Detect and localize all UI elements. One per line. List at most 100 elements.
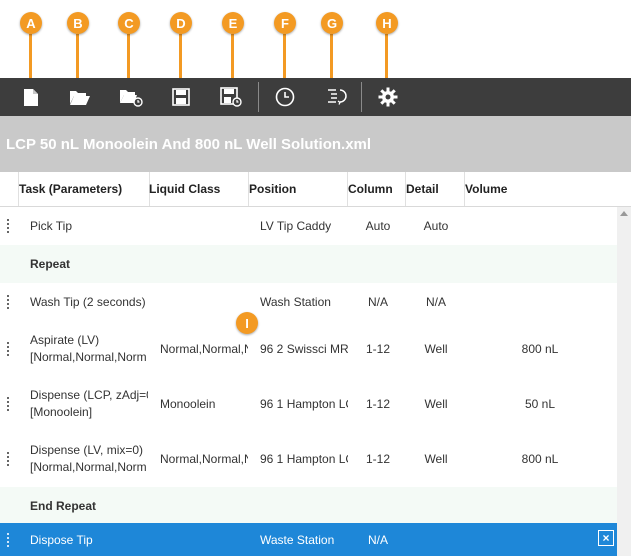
save-icon	[172, 88, 190, 106]
task-row[interactable]: Dispense (LV, mix=0) [Normal,Normal,Norm…	[0, 431, 617, 487]
callout-badge: I	[236, 312, 258, 334]
header-volume[interactable]: Volume	[465, 172, 617, 206]
task-list: Pick Tip LV Tip Caddy Auto Auto Repeat Wash T…	[0, 207, 631, 556]
cell-detail: N/A	[425, 295, 446, 309]
cell-position: Wash Station	[260, 295, 331, 309]
save-button[interactable]	[169, 85, 193, 109]
task-row[interactable]: Aspirate (LV) [Normal,Normal,Norm Normal,…	[0, 321, 617, 377]
header-column[interactable]: Column	[348, 172, 406, 206]
cell-detail	[408, 523, 464, 556]
cell-volume: 50 nL	[524, 397, 556, 411]
cell-position: LV Tip Caddy	[260, 219, 332, 233]
drag-handle-icon[interactable]	[7, 342, 12, 356]
document-title-bar: LCP 50 nL Monoolein And 800 nL Well Solu…	[0, 116, 631, 172]
cell-volume	[466, 283, 614, 321]
vertical-scrollbar[interactable]	[617, 207, 631, 556]
header-task[interactable]: Task (Parameters)	[18, 172, 150, 206]
cell-position: 96 1 Hampton LC	[260, 397, 348, 411]
save-as-icon	[220, 87, 242, 107]
cell-column: 1-12	[365, 342, 391, 356]
drag-handle-icon[interactable]	[7, 533, 12, 547]
drag-handle-icon[interactable]	[7, 219, 12, 233]
cell-detail: Well	[424, 397, 448, 411]
cell-volume	[466, 523, 614, 556]
header-liquid-class[interactable]: Liquid Class	[149, 172, 249, 206]
cell-task: Repeat	[30, 257, 71, 271]
open-button[interactable]	[68, 85, 92, 109]
task-row[interactable]: Dispose Tip Waste Station N/A	[0, 523, 617, 556]
drag-handle-icon[interactable]	[7, 295, 12, 309]
header-grip-column	[0, 172, 19, 206]
cell-column: N/A	[367, 532, 388, 547]
cell-position	[260, 487, 348, 525]
drag-handle-icon[interactable]	[7, 452, 12, 466]
callout-badge: B	[67, 12, 89, 34]
cell-liquid	[160, 245, 248, 283]
cell-volume: 800 nL	[521, 342, 559, 356]
task-row[interactable]: Dispense (LCP, zAdj=0 [Monoolein] Monoole…	[0, 377, 617, 431]
settings-button[interactable]	[376, 85, 400, 109]
callout-line	[385, 34, 388, 80]
callout-badge: C	[118, 12, 140, 34]
cell-detail	[408, 245, 464, 283]
cell-position	[260, 245, 348, 283]
cell-liquid: Monoolein	[160, 397, 216, 411]
cell-volume	[466, 487, 614, 525]
cell-column	[350, 245, 406, 283]
cell-task: Dispense (LV, mix=0) [Normal,Normal,Norm	[30, 443, 147, 474]
cell-liquid	[160, 283, 248, 321]
callout-line	[29, 34, 32, 80]
callout-annotations: A B C D E F G H	[0, 0, 631, 80]
cell-task: End Repeat	[30, 499, 97, 513]
header-position[interactable]: Position	[249, 172, 348, 206]
cell-liquid	[160, 207, 248, 245]
cell-column: 1-12	[365, 452, 391, 466]
callout-line	[76, 34, 79, 80]
callout-badge: G	[321, 12, 343, 34]
cell-column: N/A	[367, 295, 388, 309]
callout-line	[283, 34, 286, 80]
task-row[interactable]: Repeat	[0, 245, 617, 283]
cell-task: Dispose Tip	[30, 532, 93, 547]
cell-column: 1-12	[365, 397, 391, 411]
cell-position: 96 2 Swissci MRC	[260, 342, 348, 356]
clock-icon	[275, 87, 295, 107]
open-recent-icon	[120, 90, 143, 107]
callout-line	[179, 34, 182, 80]
cell-task: Aspirate (LV) [Normal,Normal,Norm	[30, 333, 147, 364]
callout-badge: F	[274, 12, 296, 34]
callout-line	[330, 34, 333, 80]
step-list-button[interactable]	[325, 85, 349, 109]
cell-volume	[466, 207, 614, 245]
toolbar-separator	[361, 82, 362, 112]
callout-line	[231, 34, 234, 80]
task-row[interactable]: Pick Tip LV Tip Caddy Auto Auto	[0, 207, 617, 245]
document-title: LCP 50 nL Monoolein And 800 nL Well Solu…	[6, 135, 372, 153]
cell-detail: Well	[424, 452, 448, 466]
cell-liquid	[160, 523, 248, 556]
cell-detail	[408, 487, 464, 525]
cell-detail: Well	[424, 342, 448, 356]
close-icon[interactable]: ×	[598, 530, 614, 546]
callout-badge: A	[20, 12, 42, 34]
cell-liquid: Normal,Normal,N	[160, 452, 248, 466]
cell-detail: Auto	[423, 219, 449, 233]
header-detail[interactable]: Detail	[406, 172, 465, 206]
cell-column	[350, 487, 406, 525]
cell-liquid: Normal,Normal,N	[160, 342, 248, 356]
task-row[interactable]: End Repeat	[0, 487, 617, 525]
cell-task: Wash Tip (2 seconds)	[30, 295, 146, 309]
open-folder-icon	[70, 91, 90, 105]
task-row[interactable]: Wash Tip (2 seconds) Wash Station N/A N/A	[0, 283, 617, 321]
cell-task: Dispense (LCP, zAdj=0 [Monoolein]	[30, 388, 148, 419]
save-as-button[interactable]	[219, 85, 243, 109]
schedule-button[interactable]	[273, 85, 297, 109]
open-recent-button[interactable]	[119, 85, 143, 109]
drag-handle-icon[interactable]	[7, 397, 12, 411]
new-file-button[interactable]	[19, 85, 43, 109]
cell-liquid	[160, 487, 248, 525]
callout-badge: E	[222, 12, 244, 34]
callout-badge: D	[170, 12, 192, 34]
settings-gear-icon	[378, 87, 398, 107]
scroll-up-arrow-icon[interactable]	[620, 211, 628, 216]
